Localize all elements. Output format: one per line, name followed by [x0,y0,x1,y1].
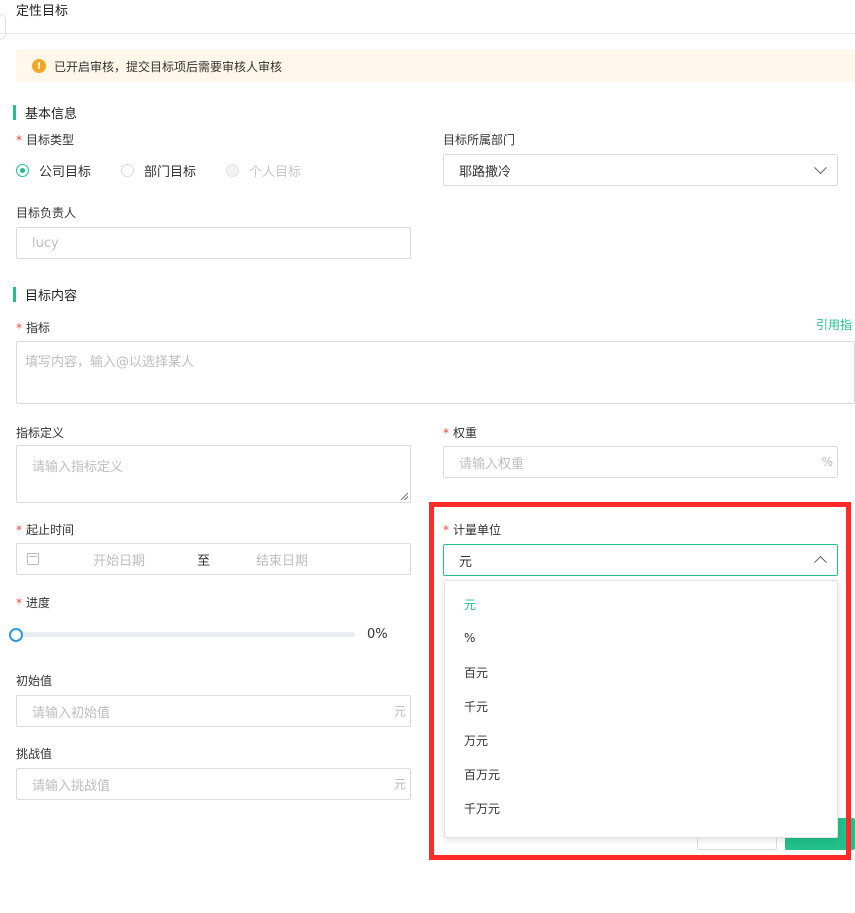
unit-label: * 计量单位 [443,523,502,537]
required-mark: * [16,321,22,335]
unit-option[interactable]: 万元 [445,723,837,757]
challenge-label: 挑战值 [16,747,53,761]
unit-dropdown-menu: 元 % 百元 千元 万元 百万元 千万元 个 [444,580,838,838]
chevron-up-icon [814,555,827,569]
progress-slider-handle[interactable] [9,628,23,642]
section-marker [13,105,16,120]
owner-input[interactable]: lucy [16,227,411,259]
progress-label: * 进度 [16,596,51,610]
indicator-label: * 指标 [16,321,51,335]
indicator-placeholder: 填写内容，输入@以选择某人 [25,355,195,370]
resize-handle-icon[interactable] [401,493,408,500]
section-basic-info: 基本信息 [13,103,77,122]
period-label: * 起止时间 [16,523,75,537]
unit-option[interactable]: % [445,621,837,655]
required-mark: * [16,523,22,537]
definition-textarea[interactable]: 请输入指标定义 [16,445,411,503]
department-select[interactable]: 耶路撒冷 [443,154,838,186]
initial-label: 初始值 [16,674,53,688]
weight-label: * 权重 [443,426,478,440]
challenge-value-input[interactable]: 请输入挑战值 元 [16,768,411,800]
definition-placeholder: 请输入指标定义 [32,460,124,475]
section-title-content: 目标内容 [25,289,78,304]
unit-option[interactable]: 千万元 [445,791,837,825]
section-title-basic: 基本信息 [25,107,78,122]
challenge-suffix: 元 [393,777,406,792]
weight-input[interactable]: 请输入权重 % [443,446,838,478]
date-range-picker[interactable]: 开始日期 至 结束日期 [16,543,411,575]
unit-select[interactable]: 元 [443,544,838,576]
radio-personal-goal: 个人目标 [226,161,301,180]
date-separator: 至 [197,553,211,569]
calendar-icon [27,553,39,565]
initial-value-input[interactable]: 请输入初始值 元 [16,695,411,727]
required-mark: * [16,596,22,610]
panel-edge [0,14,6,40]
section-marker [13,287,16,302]
weight-placeholder: 请输入权重 [459,456,525,472]
radio-unchecked-icon [121,164,135,177]
owner-placeholder: lucy [32,235,59,251]
unit-option[interactable]: 元 [445,587,837,621]
end-date-input[interactable]: 结束日期 [256,550,308,569]
challenge-placeholder: 请输入挑战值 [32,778,111,794]
section-goal-content: 目标内容 [13,285,77,304]
radio-disabled-icon [226,164,240,177]
unit-option[interactable]: 千元 [445,689,837,723]
unit-value: 元 [459,554,473,570]
required-mark: * [443,426,449,440]
radio-department-goal[interactable]: 部门目标 [121,161,196,180]
goal-type-radio-group: 公司目标 部门目标 个人目标 [16,161,331,180]
goal-type-label: * 目标类型 [16,133,75,147]
department-label: 目标所属部门 [443,133,516,147]
unit-option[interactable]: 百元 [445,655,837,689]
weight-suffix: % [821,455,833,469]
initial-placeholder: 请输入初始值 [32,705,111,721]
audit-alert: ! 已开启审核，提交目标项后需要审核人审核 [16,50,855,82]
owner-label: 目标负责人 [16,206,77,220]
header-divider [0,33,855,34]
unit-option[interactable]: 百万元 [445,757,837,791]
department-value: 耶路撒冷 [459,164,512,180]
alert-text: 已开启审核，提交目标项后需要审核人审核 [54,59,283,74]
start-date-input[interactable]: 开始日期 [93,550,145,569]
progress-slider-track[interactable] [16,632,355,637]
required-mark: * [16,133,22,147]
reference-indicator-link[interactable]: 引用指 [816,316,852,333]
warning-icon: ! [32,59,46,73]
progress-value: 0% [367,627,388,642]
page-title: 定性目标 [16,4,69,19]
initial-suffix: 元 [393,704,406,719]
required-mark: * [443,523,449,537]
radio-company-goal[interactable]: 公司目标 [16,161,91,180]
indicator-textarea[interactable]: 填写内容，输入@以选择某人 [16,341,855,404]
chevron-down-icon [814,161,827,175]
radio-checked-icon [16,164,29,177]
definition-label: 指标定义 [16,426,65,440]
unit-option[interactable]: 个 [445,825,837,838]
